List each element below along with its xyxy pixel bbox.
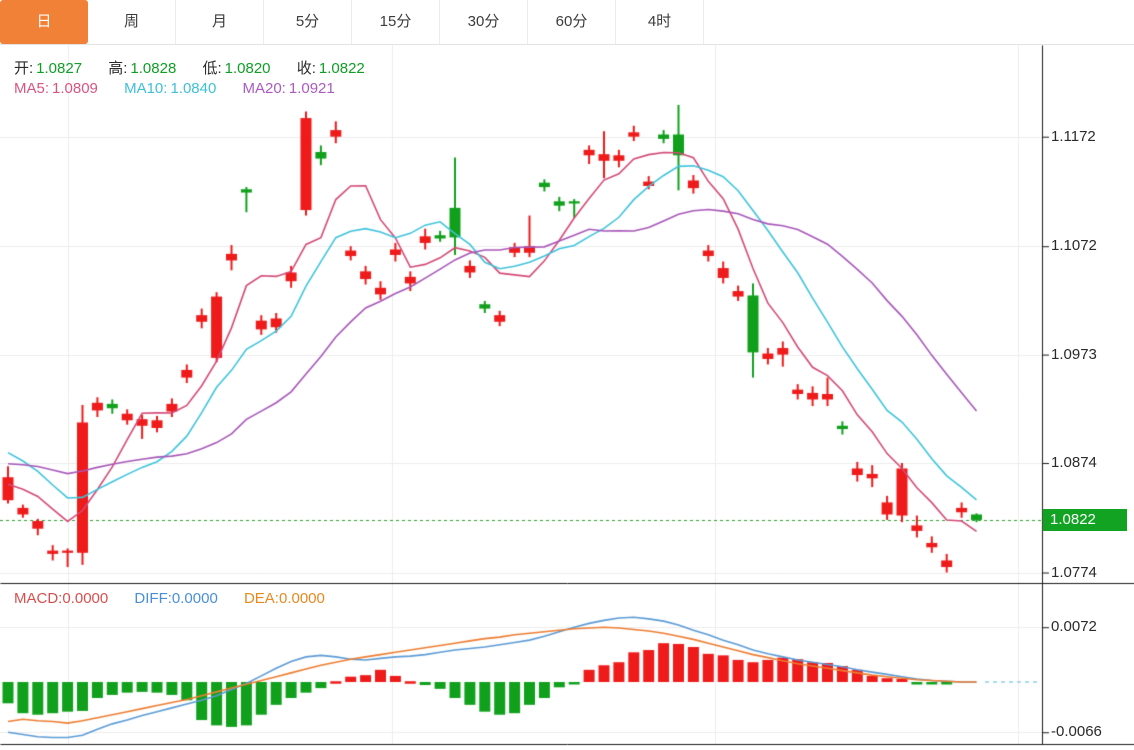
ma20-value: 1.0921: [289, 80, 335, 97]
macd-axis-tick: 0.0072: [1051, 618, 1131, 635]
ma20-label: MA20:: [243, 80, 286, 97]
ma10-label: MA10:: [124, 80, 167, 97]
dea-label: DEA:: [244, 590, 279, 607]
low-label: 低:: [202, 60, 221, 77]
ma-legend: MA5:1.0809 MA10:1.0840 MA20:1.0921: [14, 80, 357, 97]
diff-value: 0.0000: [172, 590, 218, 607]
tab-4hour[interactable]: 4时: [616, 0, 704, 44]
tab-day[interactable]: 日: [0, 0, 88, 44]
open-value: 1.0827: [36, 60, 82, 77]
diff-label: DIFF:: [134, 590, 172, 607]
tab-5min[interactable]: 5分: [264, 0, 352, 44]
ma5-label: MA5:: [14, 80, 49, 97]
timeframe-tabbar: 日 周 月 5分 15分 30分 60分 4时: [0, 0, 1134, 45]
tab-30min[interactable]: 30分: [440, 0, 528, 44]
macd-legend: MACD:0.0000 DIFF:0.0000 DEA:0.0000: [14, 590, 347, 607]
low-value: 1.0820: [225, 60, 271, 77]
y-axis-tick: 1.0874: [1051, 454, 1131, 471]
tab-60min[interactable]: 60分: [528, 0, 616, 44]
ma5-value: 1.0809: [52, 80, 98, 97]
y-axis-tick: 1.0973: [1051, 346, 1131, 363]
chart-area: 开:1.0827 高:1.0828 低:1.0820 收:1.0822 MA5:…: [0, 45, 1134, 750]
macd-axis-tick: -0.0066: [1051, 723, 1131, 740]
dea-value: 0.0000: [279, 590, 325, 607]
close-label: 收:: [297, 60, 316, 77]
y-axis-tick: 1.0774: [1051, 564, 1131, 581]
ma10-value: 1.0840: [170, 80, 216, 97]
y-axis-tick: 1.1072: [1051, 237, 1131, 254]
current-price-value: 1.0822: [1050, 511, 1096, 528]
macd-value: 0.0000: [62, 590, 108, 607]
tab-week[interactable]: 周: [88, 0, 176, 44]
tab-15min[interactable]: 15分: [352, 0, 440, 44]
tab-month[interactable]: 月: [176, 0, 264, 44]
macd-label: MACD:: [14, 590, 62, 607]
current-price-badge: 1.0822: [1043, 509, 1127, 531]
y-axis-tick: 1.1172: [1051, 128, 1131, 145]
ohlc-legend: 开:1.0827 高:1.0828 低:1.0820 收:1.0822: [14, 57, 387, 78]
close-value: 1.0822: [319, 60, 365, 77]
high-value: 1.0828: [130, 60, 176, 77]
high-label: 高:: [108, 60, 127, 77]
kline-canvas[interactable]: [0, 45, 1134, 750]
open-label: 开:: [14, 60, 33, 77]
